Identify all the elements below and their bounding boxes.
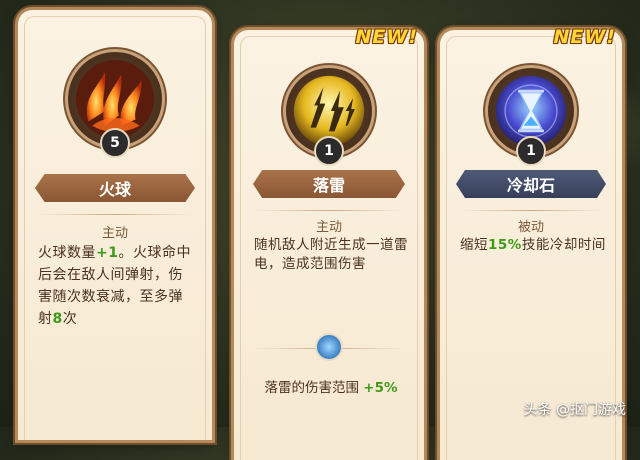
skill-name-banner: 火球 [35, 174, 195, 202]
skill-description: 火球数量+1。火球命中后会在敌人间弹射，伤害随次数衰减，至多弹射8次 [38, 245, 191, 327]
skill-icon-frame: 1 [286, 68, 372, 166]
new-tag: NEW! [553, 26, 616, 48]
level-badge: 1 [314, 136, 344, 166]
skill-icon-frame: 1 [488, 68, 574, 166]
divider [38, 214, 192, 215]
skill-name-banner: 落雷 [253, 170, 405, 198]
skill-description: 缩短15%技能冷却时间 [460, 237, 606, 253]
skill-card-cooldown-stone[interactable]: NEW! 1 冷却石 被动 缩短15%技能冷却时间 [440, 26, 622, 460]
skill-card-lightning[interactable]: NEW! 1 落雷 主动 随机敌人附近生成一道雷电，造成范围伤害 落雷的伤害范围… [234, 26, 424, 460]
range-bonus-icon [317, 335, 341, 359]
skill-type-label: 被动 [517, 220, 544, 235]
watermark: 头条 @抠门游戏 [523, 402, 626, 418]
skill-icon-frame: 5 [68, 52, 162, 158]
bonus-stat: 落雷的伤害范围 +5% [264, 380, 398, 396]
level-badge: 5 [100, 128, 130, 158]
new-tag: NEW! [355, 26, 418, 48]
divider [460, 210, 602, 211]
skill-type-label: 主动 [101, 226, 128, 241]
divider [254, 210, 404, 211]
skill-card-fireball[interactable]: 5 火球 主动 火球数量+1。火球命中后会在敌人间弹射，伤害随次数衰减，至多弹射… [18, 10, 212, 440]
skill-name-banner: 冷却石 [456, 170, 606, 198]
skill-description: 随机敌人附近生成一道雷电，造成范围伤害 [254, 237, 408, 272]
skill-type-label: 主动 [315, 220, 342, 235]
level-badge: 1 [516, 136, 546, 166]
